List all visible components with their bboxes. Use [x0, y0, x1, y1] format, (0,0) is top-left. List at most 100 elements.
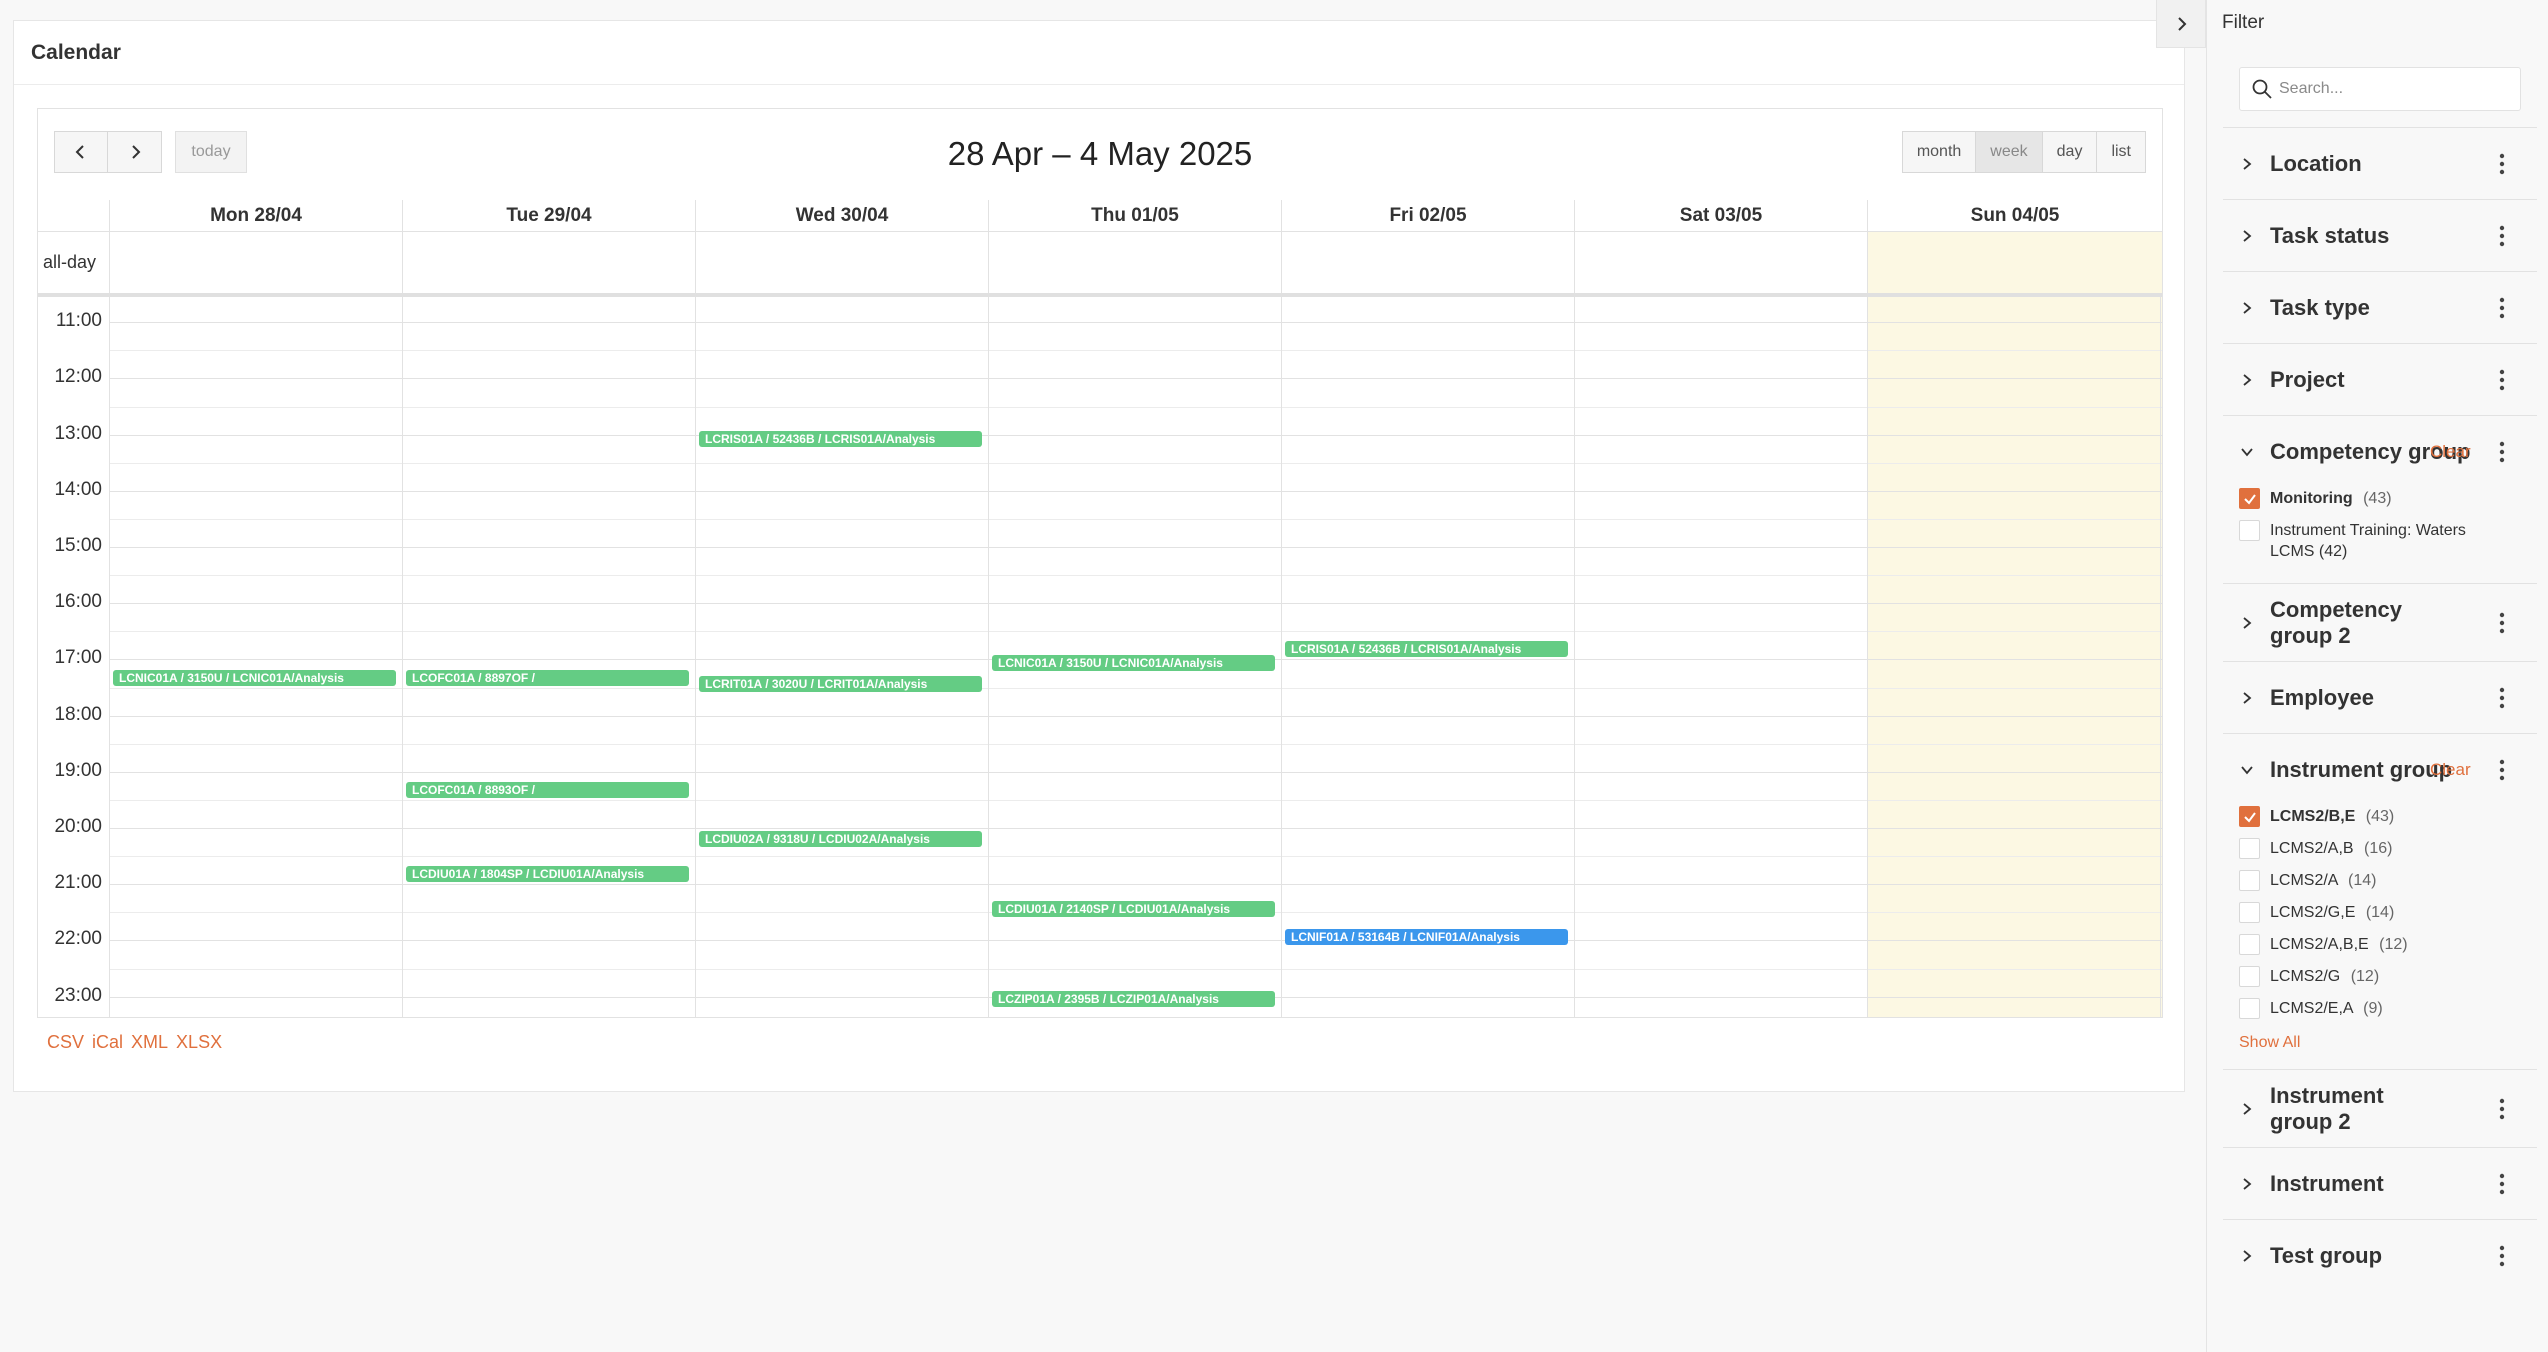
hour-label: 15:00	[54, 535, 102, 556]
allday-cell[interactable]	[109, 232, 402, 293]
checkbox[interactable]	[2239, 998, 2260, 1019]
slot-line	[109, 800, 2162, 801]
filter-section-header[interactable]: Task status	[2223, 200, 2537, 272]
calendar-event[interactable]: LCRIS01A / 52436B / LCRIS01A/Analysis	[1285, 641, 1568, 657]
filter-section-header[interactable]: Competency group 2	[2223, 584, 2537, 662]
search-input[interactable]	[2279, 80, 2509, 98]
checkbox[interactable]	[2239, 838, 2260, 859]
calendar-event[interactable]: LCZIP01A / 2395B / LCZIP01A/Analysis	[992, 991, 1275, 1007]
day-header: Tue 29/04	[402, 200, 695, 232]
more-vertical-icon[interactable]	[2499, 1097, 2505, 1121]
checkbox[interactable]	[2239, 966, 2260, 987]
column-divider	[2160, 297, 2161, 1017]
hour-label: 17:00	[54, 647, 102, 668]
hour-label: 22:00	[54, 928, 102, 949]
hour-label: 18:00	[54, 704, 102, 725]
filter-option[interactable]: LCMS2/E,A (9)	[2239, 998, 2383, 1019]
more-vertical-icon[interactable]	[2499, 296, 2505, 320]
filter-option[interactable]: Monitoring (43)	[2239, 488, 2392, 509]
filter-section-header[interactable]: Instrument group Clear	[2223, 734, 2537, 806]
filter-section-title: Instrument group	[2270, 757, 2453, 782]
more-vertical-icon[interactable]	[2499, 224, 2505, 248]
panel-title: Calendar	[31, 40, 121, 64]
filter-section-header[interactable]: Employee	[2223, 662, 2537, 734]
more-vertical-icon[interactable]	[2499, 1244, 2505, 1268]
calendar-event[interactable]: LCNIC01A / 3150U / LCNIC01A/Analysis	[113, 670, 396, 686]
checkbox[interactable]	[2239, 520, 2260, 541]
view-list-button[interactable]: list	[2097, 131, 2146, 173]
filter-section-header[interactable]: Competency group Clear	[2223, 416, 2537, 488]
slot-line	[109, 744, 2162, 745]
column-divider	[402, 297, 403, 1017]
export-csv-link[interactable]: CSV	[47, 1032, 84, 1053]
export-xlsx-link[interactable]: XLSX	[176, 1032, 222, 1053]
slot-line	[109, 688, 2162, 689]
calendar-event[interactable]: LCNIF01A / 53164B / LCNIF01A/Analysis	[1285, 929, 1568, 945]
more-vertical-icon[interactable]	[2499, 368, 2505, 392]
filter-option-text: LCMS2/B,E (43)	[2270, 806, 2394, 827]
filter-option-text: LCMS2/A (14)	[2270, 870, 2377, 891]
show-all-link[interactable]: Show All	[2239, 1034, 2300, 1052]
today-button[interactable]: today	[175, 131, 247, 173]
allday-cell[interactable]	[1281, 232, 1574, 293]
checkbox[interactable]	[2239, 488, 2260, 509]
allday-label: all-day	[43, 252, 97, 272]
filter-section-header[interactable]: Test group	[2223, 1220, 2537, 1292]
clear-filter-button[interactable]: Clear	[2430, 442, 2471, 462]
export-ical-link[interactable]: iCal	[92, 1032, 123, 1053]
sidebar-toggle-button[interactable]	[2156, 0, 2206, 48]
more-vertical-icon[interactable]	[2499, 440, 2505, 464]
allday-cell[interactable]	[695, 232, 988, 293]
more-vertical-icon[interactable]	[2499, 686, 2505, 710]
filter-option[interactable]: LCMS2/G,E (14)	[2239, 902, 2394, 923]
allday-cell[interactable]	[988, 232, 1281, 293]
filter-option[interactable]: LCMS2/A,B,E (12)	[2239, 934, 2408, 955]
next-button[interactable]	[108, 131, 162, 173]
filter-option-label: LCMS2/E,A	[2270, 1000, 2353, 1017]
clear-filter-button[interactable]: Clear	[2430, 760, 2471, 780]
filter-section-header[interactable]: Instrument group 2	[2223, 1070, 2537, 1148]
filter-option[interactable]: LCMS2/B,E (43)	[2239, 806, 2394, 827]
more-vertical-icon[interactable]	[2499, 758, 2505, 782]
filter-option[interactable]: LCMS2/G (12)	[2239, 966, 2379, 987]
column-divider	[988, 297, 989, 1017]
filter-option[interactable]: Instrument Training: Waters LCMS (42)	[2239, 520, 2499, 562]
filter-option-text: Instrument Training: Waters LCMS (42)	[2270, 520, 2499, 562]
calendar-event[interactable]: LCOFC01A / 8897OF /	[406, 670, 689, 686]
filter-section-header[interactable]: Location	[2223, 128, 2537, 200]
calendar-event[interactable]: LCDIU01A / 2140SP / LCDIU01A/Analysis	[992, 901, 1275, 917]
prev-button[interactable]	[54, 131, 108, 173]
more-vertical-icon[interactable]	[2499, 152, 2505, 176]
calendar-event[interactable]: LCNIC01A / 3150U / LCNIC01A/Analysis	[992, 655, 1275, 671]
calendar-event[interactable]: LCRIS01A / 52436B / LCRIS01A/Analysis	[699, 431, 982, 447]
export-xml-link[interactable]: XML	[131, 1032, 168, 1053]
filter-section: Task status	[2223, 199, 2537, 271]
checkbox[interactable]	[2239, 870, 2260, 891]
more-vertical-icon[interactable]	[2499, 611, 2505, 635]
more-vertical-icon[interactable]	[2499, 1172, 2505, 1196]
allday-cell[interactable]	[402, 232, 695, 293]
filter-section-header[interactable]: Instrument	[2223, 1148, 2537, 1220]
filter-option-count: (42)	[2318, 543, 2348, 560]
filter-title: Filter	[2222, 12, 2265, 33]
filter-section-header[interactable]: Task type	[2223, 272, 2537, 344]
filter-option[interactable]: LCMS2/A (14)	[2239, 870, 2377, 891]
calendar-event[interactable]: LCDIU02A / 9318U / LCDIU02A/Analysis	[699, 831, 982, 847]
allday-cell[interactable]	[1574, 232, 1867, 293]
calendar-event[interactable]: LCDIU01A / 1804SP / LCDIU01A/Analysis	[406, 866, 689, 882]
calendar-event[interactable]: LCRIT01A / 3020U / LCRIT01A/Analysis	[699, 676, 982, 692]
filter-section-header[interactable]: Project	[2223, 344, 2537, 416]
filter-section: Employee	[2223, 661, 2537, 733]
filter-option[interactable]: LCMS2/A,B (16)	[2239, 838, 2393, 859]
view-month-button[interactable]: month	[1901, 131, 1977, 173]
checkbox[interactable]	[2239, 806, 2260, 827]
view-day-button[interactable]: day	[2042, 131, 2098, 173]
allday-cell[interactable]	[1867, 232, 2162, 293]
filter-option-label: LCMS2/A,B,E	[2270, 936, 2369, 953]
checkbox[interactable]	[2239, 934, 2260, 955]
calendar-event[interactable]: LCOFC01A / 8893OF /	[406, 782, 689, 798]
time-grid[interactable]: 11:00 12:00 13:00 14:00 15:00 16:00 17:00 18:00…	[38, 297, 2162, 1017]
checkbox[interactable]	[2239, 902, 2260, 923]
view-week-button[interactable]: week	[1976, 131, 2043, 173]
slot-line	[109, 407, 2162, 408]
